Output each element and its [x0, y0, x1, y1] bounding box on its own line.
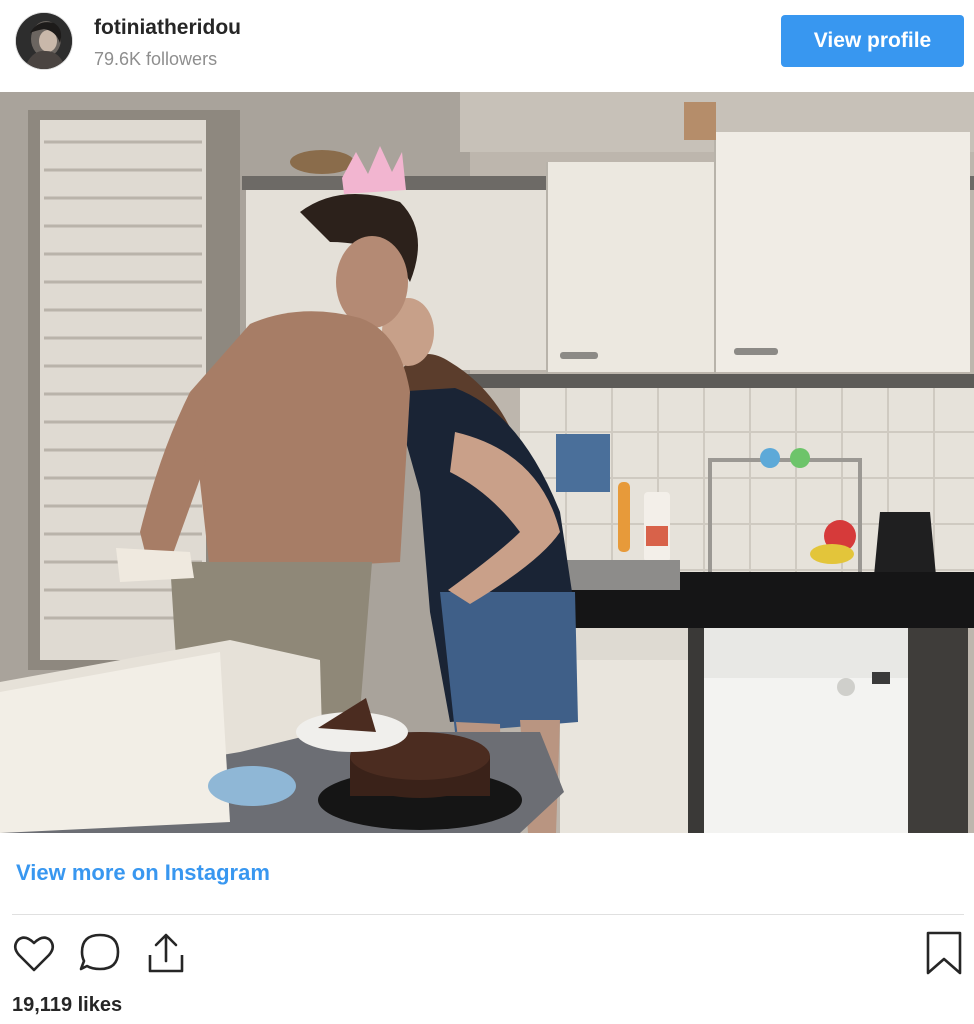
comment-button[interactable]	[76, 929, 124, 977]
likes-count: 19,119 likes	[12, 994, 123, 1016]
comment-icon	[79, 933, 120, 971]
followers-count: 79.6K followers	[94, 49, 218, 69]
action-bar	[0, 925, 974, 985]
avatar-image	[16, 13, 72, 69]
divider	[12, 914, 964, 915]
post-header: fotiniatheridou 79.6K followers View pro…	[0, 0, 974, 92]
view-profile-button[interactable]: View profile	[781, 15, 964, 67]
username[interactable]: fotiniatheridou	[94, 16, 241, 40]
bookmark-icon	[926, 931, 962, 975]
avatar[interactable]	[16, 13, 72, 69]
share-button[interactable]	[142, 929, 190, 977]
share-icon	[148, 933, 184, 973]
save-button[interactable]	[920, 929, 968, 977]
heart-icon	[13, 936, 55, 972]
like-button[interactable]	[10, 929, 58, 977]
view-more-link[interactable]: View more on Instagram	[16, 860, 270, 886]
kitchen-photo	[0, 92, 974, 833]
post-image[interactable]	[0, 92, 974, 833]
instagram-embed: fotiniatheridou 79.6K followers View pro…	[0, 0, 974, 1024]
